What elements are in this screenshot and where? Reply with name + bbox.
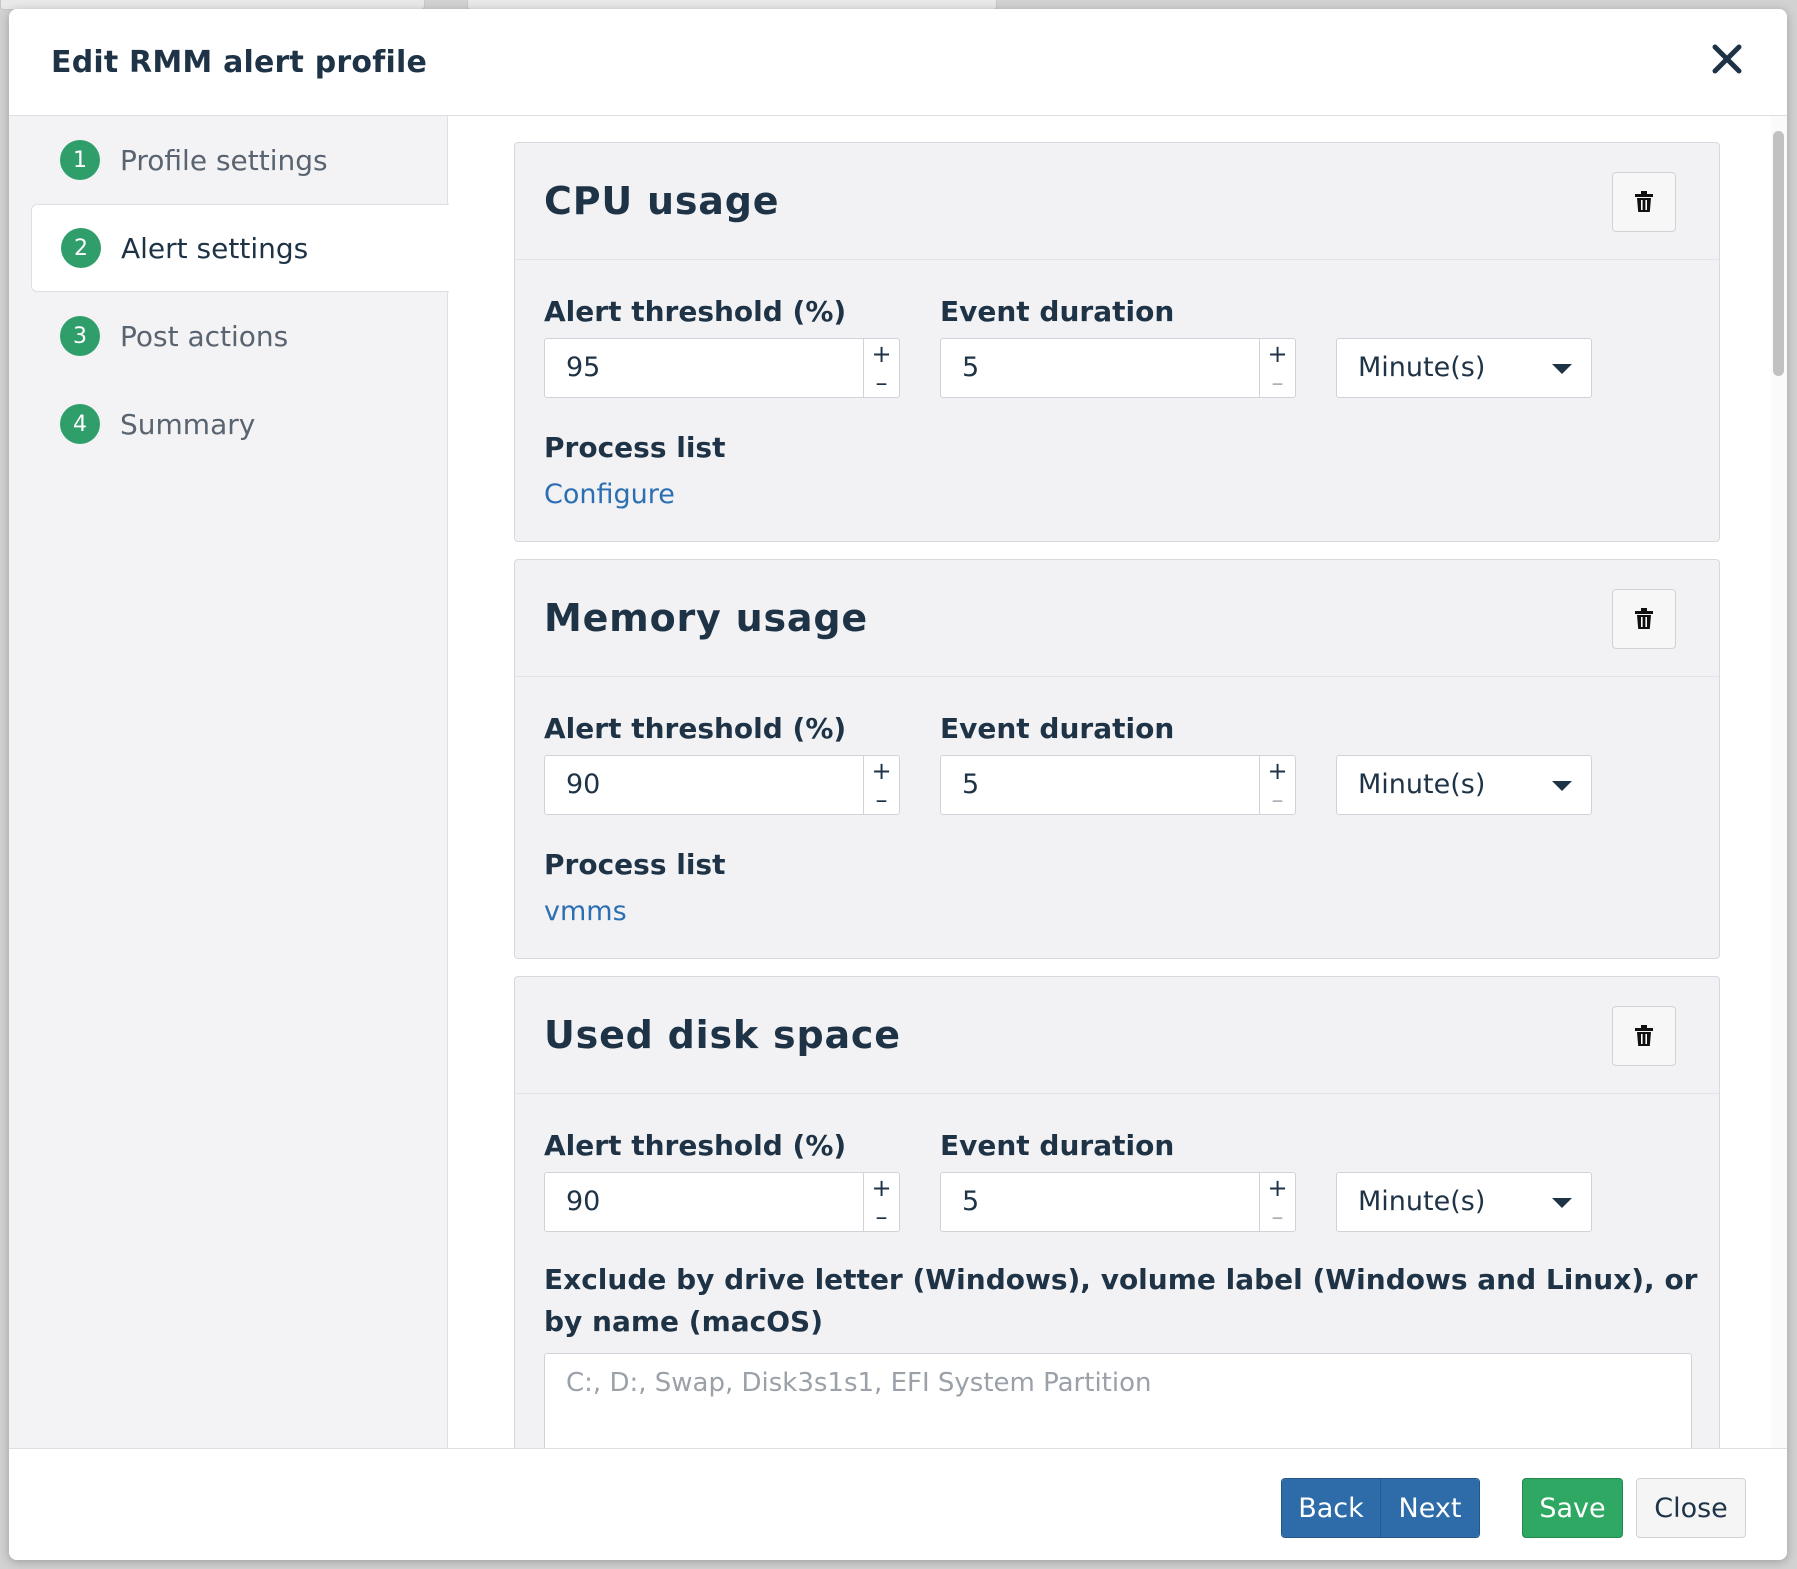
decrement-button[interactable]: – (1260, 1202, 1295, 1231)
alert-threshold-label: Alert threshold (%) (544, 295, 847, 328)
increment-button[interactable]: + (1260, 339, 1295, 368)
step-label: Alert settings (121, 231, 309, 265)
card-title: Memory usage (544, 596, 868, 640)
modal-footer: Back Next Save Close (9, 1448, 1787, 1560)
number-spinner: + – (1259, 339, 1295, 397)
caret-down-icon (1552, 364, 1572, 374)
step-summary[interactable]: 4 Summary (31, 380, 449, 468)
decrement-button[interactable]: – (864, 785, 899, 814)
number-spinner: + – (863, 339, 899, 397)
modal-title: Edit RMM alert profile (51, 45, 427, 80)
step-label: Post actions (120, 319, 289, 353)
increment-button[interactable]: + (1260, 756, 1295, 785)
alert-threshold-label: Alert threshold (%) (544, 712, 847, 745)
alert-threshold-label: Alert threshold (%) (544, 1129, 847, 1162)
process-list-link[interactable]: Configure (544, 479, 675, 510)
trash-icon (1635, 191, 1653, 212)
card-header: Used disk space (515, 977, 1719, 1094)
event-duration-label: Event duration (940, 712, 1175, 745)
duration-unit-value: Minute(s) (1358, 352, 1486, 383)
scrollbar-track[interactable] (1771, 116, 1787, 1448)
alert-card-memory-usage: Memory usage Alert threshold (%) 90 + – … (514, 559, 1720, 959)
step-post-actions[interactable]: 3 Post actions (31, 292, 449, 380)
delete-alert-button[interactable] (1612, 589, 1676, 649)
modal-body: 1 Profile settings 2 Alert settings 3 Po… (9, 116, 1787, 1448)
duration-unit-select[interactable]: Minute(s) (1336, 1172, 1592, 1232)
process-list-label: Process list (544, 431, 726, 464)
card-title: CPU usage (544, 179, 780, 223)
caret-down-icon (1552, 1198, 1572, 1208)
close-icon[interactable] (1707, 39, 1747, 79)
trash-icon (1635, 608, 1653, 629)
edit-alert-profile-modal: Edit RMM alert profile 1 Profile setting… (9, 9, 1787, 1560)
number-spinner: + – (863, 1173, 899, 1231)
increment-button[interactable]: + (864, 1173, 899, 1202)
exclude-drives-textarea[interactable]: C:, D:, Swap, Disk3s1s1, EFI System Part… (544, 1353, 1692, 1448)
alert-threshold-input[interactable]: 90 + – (544, 755, 900, 815)
step-label: Summary (120, 407, 256, 441)
wizard-steps-sidebar: 1 Profile settings 2 Alert settings 3 Po… (9, 116, 449, 1448)
delete-alert-button[interactable] (1612, 1006, 1676, 1066)
alert-threshold-input[interactable]: 90 + – (544, 1172, 900, 1232)
step-profile-settings[interactable]: 1 Profile settings (31, 116, 449, 204)
increment-button[interactable]: + (1260, 1173, 1295, 1202)
exclude-drives-label: Exclude by drive letter (Windows), volum… (544, 1263, 1698, 1338)
event-duration-input[interactable]: 5 + – (940, 338, 1296, 398)
decrement-button[interactable]: – (864, 1202, 899, 1231)
alert-threshold-value[interactable]: 90 (545, 1173, 863, 1231)
number-spinner: + – (1259, 1173, 1295, 1231)
event-duration-value[interactable]: 5 (941, 1173, 1259, 1231)
duration-unit-select[interactable]: Minute(s) (1336, 338, 1592, 398)
card-header: Memory usage (515, 560, 1719, 677)
process-list-label: Process list (544, 848, 726, 881)
duration-unit-select[interactable]: Minute(s) (1336, 755, 1592, 815)
number-spinner: + – (863, 756, 899, 814)
trash-icon (1635, 1025, 1653, 1046)
card-title: Used disk space (544, 1013, 901, 1057)
decrement-button[interactable]: – (1260, 368, 1295, 397)
close-button[interactable]: Close (1636, 1478, 1746, 1538)
duration-unit-value: Minute(s) (1358, 769, 1486, 800)
event-duration-value[interactable]: 5 (941, 756, 1259, 814)
back-button[interactable]: Back (1282, 1479, 1380, 1537)
step-label: Profile settings (120, 143, 328, 177)
scrollbar-thumb[interactable] (1773, 131, 1784, 376)
number-spinner: + – (1259, 756, 1295, 814)
delete-alert-button[interactable] (1612, 172, 1676, 232)
caret-down-icon (1552, 781, 1572, 791)
duration-unit-value: Minute(s) (1358, 1186, 1486, 1217)
save-button[interactable]: Save (1522, 1478, 1623, 1538)
alert-card-used-disk-space: Used disk space Alert threshold (%) 90 +… (514, 976, 1720, 1448)
event-duration-input[interactable]: 5 + – (940, 755, 1296, 815)
step-alert-settings[interactable]: 2 Alert settings (31, 204, 449, 292)
event-duration-value[interactable]: 5 (941, 339, 1259, 397)
event-duration-label: Event duration (940, 1129, 1175, 1162)
card-header: CPU usage (515, 143, 1719, 260)
decrement-button[interactable]: – (864, 368, 899, 397)
step-number: 4 (60, 404, 100, 444)
wizard-nav-button-group: Back Next (1281, 1478, 1480, 1538)
step-number: 3 (60, 316, 100, 356)
step-number: 2 (61, 228, 101, 268)
increment-button[interactable]: + (864, 339, 899, 368)
step-number: 1 (60, 140, 100, 180)
alert-threshold-value[interactable]: 90 (545, 756, 863, 814)
event-duration-label: Event duration (940, 295, 1175, 328)
increment-button[interactable]: + (864, 756, 899, 785)
modal-header: Edit RMM alert profile (9, 9, 1787, 116)
next-button[interactable]: Next (1380, 1479, 1479, 1537)
alert-threshold-value[interactable]: 95 (545, 339, 863, 397)
decrement-button[interactable]: – (1260, 785, 1295, 814)
alert-card-cpu-usage: CPU usage Alert threshold (%) 95 + – Eve… (514, 142, 1720, 542)
event-duration-input[interactable]: 5 + – (940, 1172, 1296, 1232)
alert-threshold-input[interactable]: 95 + – (544, 338, 900, 398)
alert-settings-content: CPU usage Alert threshold (%) 95 + – Eve… (449, 116, 1787, 1448)
process-list-link[interactable]: vmms (544, 896, 627, 927)
